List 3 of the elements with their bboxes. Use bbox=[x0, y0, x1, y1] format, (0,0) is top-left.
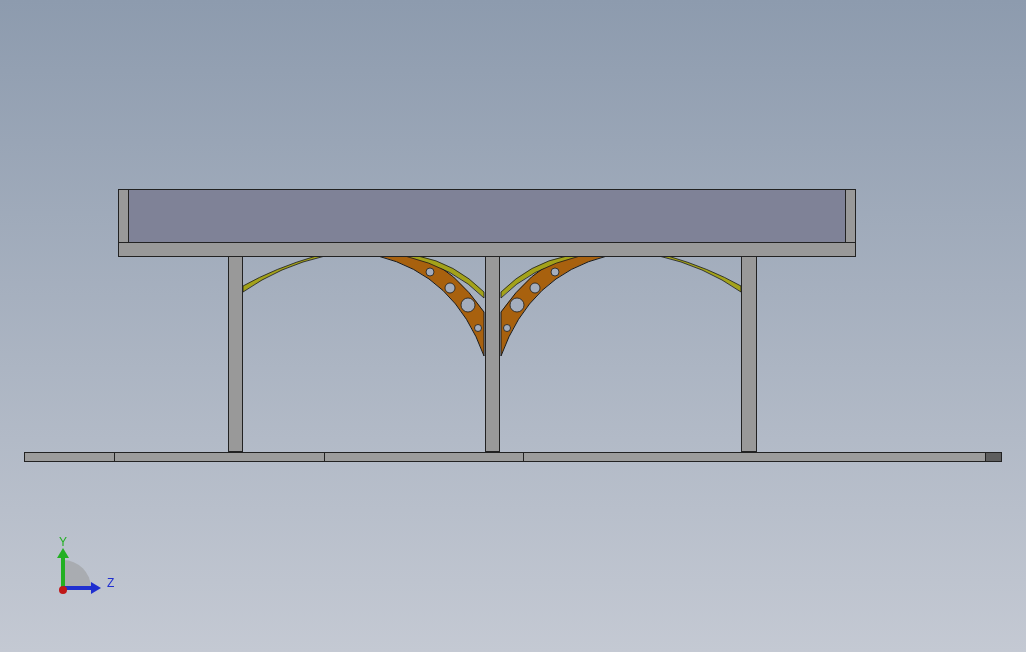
axis-triad-drawing bbox=[57, 548, 101, 594]
axis-label: Z bbox=[107, 576, 115, 590]
axis-label: Y bbox=[59, 535, 67, 549]
